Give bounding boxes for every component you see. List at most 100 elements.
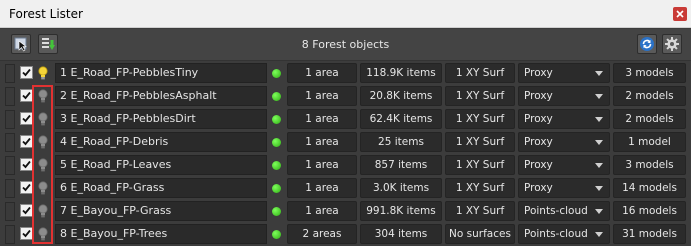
models-cell[interactable]: 2 models (613, 86, 686, 106)
status-ok-icon (272, 161, 281, 170)
chevron-down-icon (595, 140, 603, 145)
surface-cell[interactable]: 1 XY Surf (445, 109, 515, 129)
display-mode-dropdown[interactable]: Proxy (518, 178, 610, 198)
areas-cell[interactable]: 1 area (287, 109, 357, 129)
row-drag-handle[interactable] (5, 64, 15, 83)
row-drag-handle[interactable] (5, 225, 15, 244)
display-mode-dropdown[interactable]: Points-cloud (518, 224, 610, 244)
gear-icon (665, 37, 679, 51)
highlight-box (32, 85, 53, 244)
forest-name-field[interactable]: 8 E_Bayou_FP-Trees (55, 224, 267, 244)
chevron-down-icon (595, 163, 603, 168)
areas-cell[interactable]: 1 area (287, 86, 357, 106)
display-mode-value: Proxy (524, 113, 553, 125)
forest-row[interactable]: 6 E_Road_FP-Grass 1 area 3.0K items 1 XY Su… (0, 177, 691, 199)
areas-cell[interactable]: 1 area (287, 201, 357, 221)
toolbar: 8 Forest objects (0, 29, 691, 61)
close-icon[interactable] (673, 7, 687, 21)
models-cell[interactable]: 2 models (613, 109, 686, 129)
chevron-down-icon (595, 117, 603, 122)
areas-cell[interactable]: 1 area (287, 155, 357, 175)
title-bar: Forest Lister (0, 0, 691, 28)
surface-cell[interactable]: 1 XY Surf (445, 86, 515, 106)
display-mode-value: Proxy (524, 182, 553, 194)
display-mode-value: Points-cloud (524, 205, 588, 217)
models-cell[interactable]: 1 model (613, 132, 686, 152)
items-cell[interactable]: 304 items (360, 224, 442, 244)
row-drag-handle[interactable] (5, 156, 15, 175)
areas-cell[interactable]: 1 area (287, 178, 357, 198)
status-ok-icon (272, 115, 281, 124)
forest-row[interactable]: 7 E_Bayou_FP-Grass 1 area 991.8K items 1 XY… (0, 200, 691, 222)
surface-cell[interactable]: 1 XY Surf (445, 63, 515, 83)
items-cell[interactable]: 118.9K items (360, 63, 442, 83)
chevron-down-icon (595, 71, 603, 76)
refresh-icon (640, 37, 654, 51)
chevron-down-icon (595, 232, 603, 237)
status-ok-icon (272, 184, 281, 193)
display-mode-dropdown[interactable]: Proxy (518, 132, 610, 152)
visibility-checkbox[interactable] (20, 66, 33, 79)
items-cell[interactable]: 857 items (360, 155, 442, 175)
display-mode-value: Proxy (524, 67, 553, 79)
status-ok-icon (272, 92, 281, 101)
forest-row[interactable]: 1 E_Road_FP-PebblesTiny 1 area 118.9K item… (0, 62, 691, 84)
status-ok-icon (272, 69, 281, 78)
settings-button[interactable] (662, 34, 682, 54)
forest-name-field[interactable]: 3 E_Road_FP-PebblesDirt (55, 109, 267, 129)
chevron-down-icon (595, 186, 603, 191)
surface-cell[interactable]: 1 XY Surf (445, 155, 515, 175)
display-mode-value: Proxy (524, 159, 553, 171)
forest-name-field[interactable]: 7 E_Bayou_FP-Grass (55, 201, 267, 221)
display-mode-value: Proxy (524, 136, 553, 148)
areas-cell[interactable]: 2 areas (287, 224, 357, 244)
display-mode-value: Points-cloud (524, 228, 588, 240)
forest-count-heading: 8 Forest objects (301, 38, 390, 51)
areas-cell[interactable]: 1 area (287, 132, 357, 152)
status-ok-icon (272, 138, 281, 147)
status-ok-icon (272, 207, 281, 216)
surface-cell[interactable]: 1 XY Surf (445, 201, 515, 221)
models-cell[interactable]: 16 models (613, 201, 686, 221)
items-cell[interactable]: 20.8K items (360, 86, 442, 106)
models-cell[interactable]: 3 models (613, 155, 686, 175)
display-mode-dropdown[interactable]: Points-cloud (518, 201, 610, 221)
forest-row[interactable]: 4 E_Road_FP-Debris 1 area 25 items 1 XY Sur… (0, 131, 691, 153)
models-cell[interactable]: 31 models (613, 224, 686, 244)
display-mode-dropdown[interactable]: Proxy (518, 63, 610, 83)
models-cell[interactable]: 14 models (613, 178, 686, 198)
window-title: Forest Lister (9, 7, 83, 21)
lightbulb-on-icon[interactable] (37, 65, 49, 81)
status-ok-icon (272, 230, 281, 239)
row-drag-handle[interactable] (5, 110, 15, 129)
models-cell[interactable]: 3 models (613, 63, 686, 83)
forest-row[interactable]: 3 E_Road_FP-PebblesDirt 1 area 62.4K items… (0, 108, 691, 130)
items-cell[interactable]: 62.4K items (360, 109, 442, 129)
row-drag-handle[interactable] (5, 202, 15, 221)
items-cell[interactable]: 991.8K items (360, 201, 442, 221)
forest-name-field[interactable]: 2 E_Road_FP-PebblesAsphalt (55, 86, 267, 106)
display-mode-dropdown[interactable]: Proxy (518, 109, 610, 129)
row-drag-handle[interactable] (5, 179, 15, 198)
chevron-down-icon (595, 94, 603, 99)
surface-cell[interactable]: 1 XY Surf (445, 132, 515, 152)
forest-row[interactable]: 5 E_Road_FP-Leaves 1 area 857 items 1 XY Su… (0, 154, 691, 176)
refresh-button[interactable] (637, 34, 657, 54)
surface-cell[interactable]: 1 XY Surf (445, 178, 515, 198)
forest-name-field[interactable]: 1 E_Road_FP-PebblesTiny (55, 63, 267, 83)
surface-cell[interactable]: No surfaces (445, 224, 515, 244)
forest-name-field[interactable]: 4 E_Road_FP-Debris (55, 132, 267, 152)
items-cell[interactable]: 3.0K items (360, 178, 442, 198)
chevron-down-icon (595, 209, 603, 214)
display-mode-dropdown[interactable]: Proxy (518, 86, 610, 106)
row-drag-handle[interactable] (5, 133, 15, 152)
forest-row[interactable]: 8 E_Bayou_FP-Trees 2 areas 304 items No sur… (0, 223, 691, 245)
display-mode-dropdown[interactable]: Proxy (518, 155, 610, 175)
forest-row[interactable]: 2 E_Road_FP-PebblesAsphalt 1 area 20.8K it… (0, 85, 691, 107)
row-drag-handle[interactable] (5, 87, 15, 106)
items-cell[interactable]: 25 items (360, 132, 442, 152)
areas-cell[interactable]: 1 area (287, 63, 357, 83)
forest-name-field[interactable]: 5 E_Road_FP-Leaves (55, 155, 267, 175)
forest-name-field[interactable]: 6 E_Road_FP-Grass (55, 178, 267, 198)
display-mode-value: Proxy (524, 90, 553, 102)
